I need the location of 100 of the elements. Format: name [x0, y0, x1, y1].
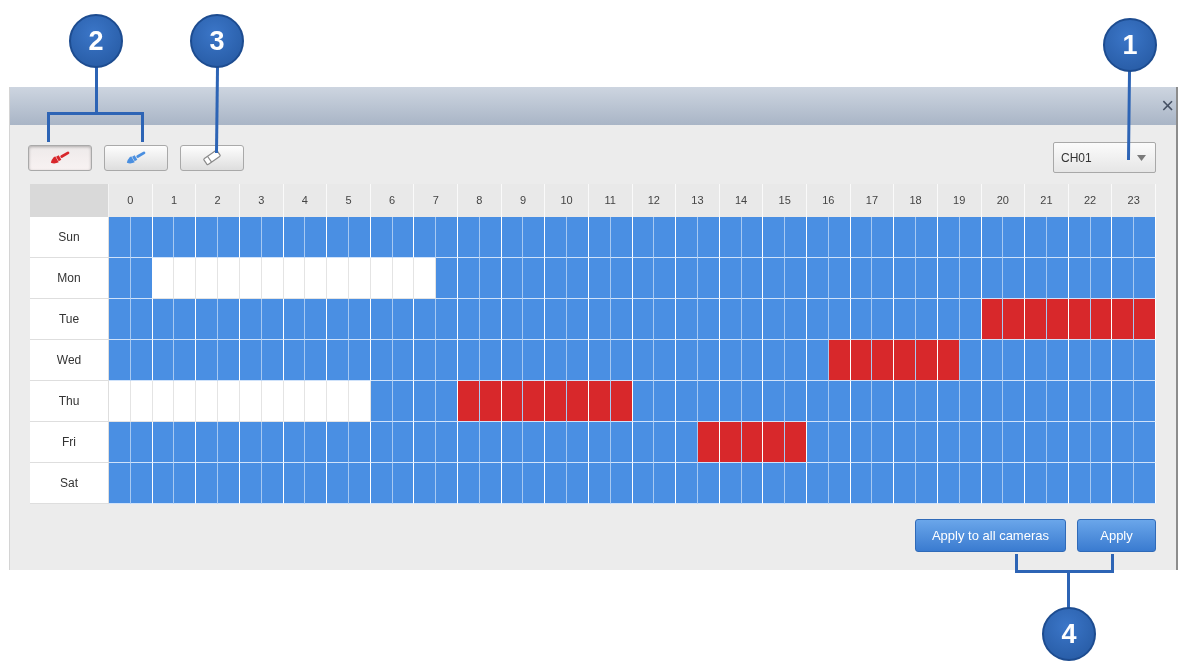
schedule-slot[interactable] — [109, 217, 131, 258]
schedule-slot[interactable] — [1068, 340, 1091, 381]
eraser-tool-button[interactable] — [180, 144, 244, 171]
schedule-slot[interactable] — [152, 422, 175, 463]
schedule-slot[interactable] — [807, 258, 829, 299]
schedule-slot[interactable] — [807, 340, 829, 381]
schedule-slot[interactable] — [719, 381, 742, 422]
schedule-slot[interactable] — [676, 463, 698, 504]
schedule-slot[interactable] — [414, 381, 437, 422]
schedule-slot[interactable] — [763, 463, 786, 504]
schedule-slot[interactable] — [588, 258, 611, 299]
schedule-slot[interactable] — [239, 340, 262, 381]
schedule-slot[interactable] — [632, 422, 655, 463]
schedule-slot[interactable] — [239, 217, 262, 258]
schedule-slot[interactable] — [632, 381, 655, 422]
schedule-slot[interactable] — [937, 340, 960, 381]
schedule-slot[interactable] — [1025, 217, 1047, 258]
schedule-slot[interactable] — [763, 217, 786, 258]
schedule-slot[interactable] — [501, 299, 524, 340]
schedule-slot[interactable] — [719, 340, 742, 381]
schedule-slot[interactable] — [1112, 463, 1135, 504]
schedule-slot[interactable] — [588, 299, 611, 340]
schedule-slot[interactable] — [632, 258, 655, 299]
schedule-slot[interactable] — [196, 299, 219, 340]
schedule-slot[interactable] — [807, 463, 829, 504]
schedule-slot[interactable] — [937, 217, 960, 258]
schedule-slot[interactable] — [327, 422, 349, 463]
schedule-slot[interactable] — [327, 299, 349, 340]
schedule-slot[interactable] — [501, 422, 524, 463]
schedule-slot[interactable] — [327, 217, 349, 258]
schedule-slot[interactable] — [937, 299, 960, 340]
schedule-slot[interactable] — [1025, 258, 1047, 299]
channel-dropdown[interactable]: CH01 — [1053, 142, 1156, 173]
schedule-slot[interactable] — [981, 463, 1004, 504]
schedule-slot[interactable] — [1068, 258, 1091, 299]
schedule-slot[interactable] — [501, 340, 524, 381]
schedule-slot[interactable] — [676, 258, 698, 299]
schedule-slot[interactable] — [458, 340, 480, 381]
schedule-slot[interactable] — [370, 422, 393, 463]
schedule-slot[interactable] — [763, 258, 786, 299]
schedule-slot[interactable] — [1068, 299, 1091, 340]
schedule-slot[interactable] — [1025, 340, 1047, 381]
schedule-slot[interactable] — [545, 463, 568, 504]
schedule-slot[interactable] — [545, 340, 568, 381]
schedule-slot[interactable] — [109, 340, 131, 381]
schedule-slot[interactable] — [676, 299, 698, 340]
schedule-slot[interactable] — [283, 217, 306, 258]
schedule-slot[interactable] — [414, 340, 437, 381]
schedule-slot[interactable] — [196, 422, 219, 463]
schedule-slot[interactable] — [196, 340, 219, 381]
schedule-slot[interactable] — [937, 463, 960, 504]
schedule-slot[interactable] — [632, 463, 655, 504]
schedule-slot[interactable] — [501, 463, 524, 504]
schedule-slot[interactable] — [894, 463, 917, 504]
schedule-slot[interactable] — [545, 299, 568, 340]
schedule-slot[interactable] — [152, 340, 175, 381]
schedule-slot[interactable] — [370, 217, 393, 258]
schedule-slot[interactable] — [676, 217, 698, 258]
schedule-slot[interactable] — [981, 217, 1004, 258]
schedule-slot[interactable] — [807, 299, 829, 340]
schedule-slot[interactable] — [632, 340, 655, 381]
schedule-slot[interactable] — [1112, 299, 1135, 340]
schedule-slot[interactable] — [458, 463, 480, 504]
schedule-slot[interactable] — [370, 381, 393, 422]
schedule-slot[interactable] — [370, 463, 393, 504]
schedule-slot[interactable] — [676, 340, 698, 381]
schedule-slot[interactable] — [850, 463, 873, 504]
schedule-slot[interactable] — [545, 381, 568, 422]
schedule-slot[interactable] — [545, 422, 568, 463]
schedule-slot[interactable] — [545, 217, 568, 258]
brush-tool-button[interactable] — [104, 144, 168, 171]
schedule-slot[interactable] — [501, 217, 524, 258]
schedule-slot[interactable] — [588, 217, 611, 258]
schedule-slot[interactable] — [981, 340, 1004, 381]
schedule-slot[interactable] — [196, 217, 219, 258]
schedule-slot[interactable] — [458, 299, 480, 340]
schedule-slot[interactable] — [850, 217, 873, 258]
schedule-slot[interactable] — [894, 340, 917, 381]
schedule-slot[interactable] — [152, 217, 175, 258]
schedule-slot[interactable] — [894, 381, 917, 422]
schedule-slot[interactable] — [807, 422, 829, 463]
schedule-slot[interactable] — [981, 258, 1004, 299]
schedule-slot[interactable] — [763, 422, 786, 463]
schedule-slot[interactable] — [152, 463, 175, 504]
schedule-slot[interactable] — [894, 299, 917, 340]
schedule-slot[interactable] — [414, 258, 437, 299]
schedule-slot[interactable] — [414, 217, 437, 258]
schedule-slot[interactable] — [894, 422, 917, 463]
schedule-slot[interactable] — [850, 381, 873, 422]
schedule-slot[interactable] — [109, 422, 131, 463]
schedule-slot[interactable] — [588, 340, 611, 381]
schedule-slot[interactable] — [239, 463, 262, 504]
schedule-slot[interactable] — [458, 422, 480, 463]
schedule-slot[interactable] — [1068, 381, 1091, 422]
schedule-slot[interactable] — [719, 217, 742, 258]
schedule-slot[interactable] — [937, 381, 960, 422]
schedule-slot[interactable] — [719, 299, 742, 340]
schedule-slot[interactable] — [719, 422, 742, 463]
schedule-slot[interactable] — [763, 299, 786, 340]
schedule-slot[interactable] — [501, 258, 524, 299]
